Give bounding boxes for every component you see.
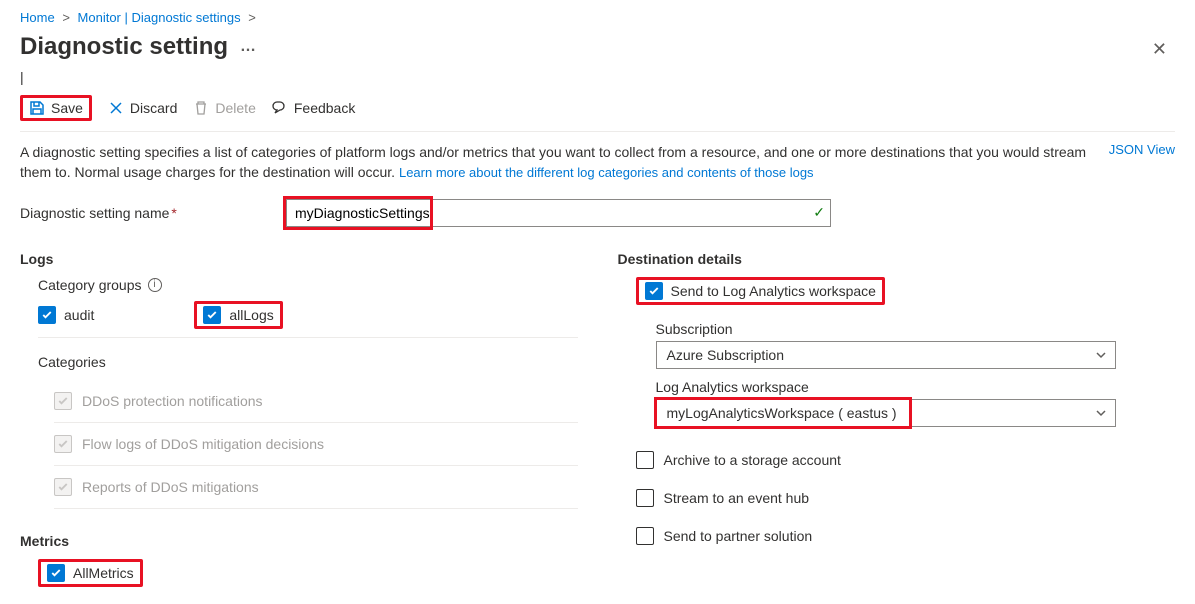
allmetrics-label: AllMetrics <box>73 565 134 581</box>
cat2-label: Flow logs of DDoS mitigation decisions <box>82 436 324 452</box>
discard-button[interactable]: Discard <box>108 100 177 116</box>
logs-title: Logs <box>20 251 578 267</box>
law-label: Log Analytics workspace <box>656 379 1176 395</box>
check-icon: ✓ <box>813 204 825 221</box>
feedback-button[interactable]: Feedback <box>272 100 355 116</box>
highlight-allmetrics: AllMetrics <box>38 559 143 587</box>
audit-label: audit <box>64 307 94 323</box>
chevron-right-icon: > <box>62 10 70 25</box>
highlight-save: Save <box>20 95 92 121</box>
eventhub-label: Stream to an event hub <box>664 490 810 506</box>
save-icon <box>29 100 45 116</box>
send-law-label: Send to Log Analytics workspace <box>671 283 876 299</box>
alllogs-label: allLogs <box>229 307 273 323</box>
breadcrumb-home[interactable]: Home <box>20 10 55 25</box>
info-icon[interactable]: i <box>148 278 162 292</box>
cat1-label: DDoS protection notifications <box>82 393 263 409</box>
chevron-right-icon: > <box>248 10 256 25</box>
more-icon[interactable]: … <box>240 38 256 56</box>
subscription-value: Azure Subscription <box>667 347 785 363</box>
setting-name-label: Diagnostic setting name* <box>20 205 270 221</box>
checkbox-archive[interactable] <box>636 451 654 469</box>
close-icon[interactable]: ✕ <box>1144 35 1175 64</box>
learn-more-link[interactable]: Learn more about the different log categ… <box>399 165 814 180</box>
category-groups-label: Category groups i <box>38 277 578 293</box>
checkbox-cat2 <box>54 435 72 453</box>
categories-label: Categories <box>38 354 578 370</box>
checkbox-eventhub[interactable] <box>636 489 654 507</box>
category-item-ddos-notifications: DDoS protection notifications <box>54 380 578 423</box>
law-value: myLogAnalyticsWorkspace ( eastus ) <box>667 405 897 421</box>
discard-icon <box>108 100 124 116</box>
delete-label: Delete <box>215 100 255 116</box>
delete-icon <box>193 100 209 116</box>
law-select[interactable]: myLogAnalyticsWorkspace ( eastus ) <box>656 399 1116 427</box>
feedback-icon <box>272 100 288 116</box>
page-title: Diagnostic setting … <box>20 33 256 61</box>
partner-label: Send to partner solution <box>664 528 813 544</box>
checkbox-cat3 <box>54 478 72 496</box>
checkbox-allmetrics[interactable] <box>47 564 65 582</box>
breadcrumb: Home > Monitor | Diagnostic settings > <box>20 10 1175 25</box>
checkbox-partner[interactable] <box>636 527 654 545</box>
json-view-link[interactable]: JSON View <box>1109 142 1175 157</box>
save-label: Save <box>51 100 83 116</box>
breadcrumb-monitor[interactable]: Monitor | Diagnostic settings <box>78 10 241 25</box>
page-title-text: Diagnostic setting <box>20 33 228 61</box>
save-button[interactable]: Save <box>29 100 83 116</box>
checkbox-alllogs[interactable] <box>203 306 221 324</box>
feedback-label: Feedback <box>294 100 355 116</box>
highlight-send-law: Send to Log Analytics workspace <box>636 277 885 305</box>
delete-button: Delete <box>193 100 255 116</box>
checkbox-cat1 <box>54 392 72 410</box>
toolbar: Save Discard Delete Feedback <box>20 91 1175 132</box>
checkbox-send-law[interactable] <box>645 282 663 300</box>
highlight-alllogs: allLogs <box>194 301 282 329</box>
setting-name-input[interactable] <box>286 199 831 227</box>
archive-label: Archive to a storage account <box>664 452 841 468</box>
metrics-title: Metrics <box>20 533 578 549</box>
caret: | <box>20 69 1175 85</box>
discard-label: Discard <box>130 100 177 116</box>
subscription-select[interactable]: Azure Subscription <box>656 341 1116 369</box>
subscription-label: Subscription <box>656 321 1176 337</box>
checkbox-audit[interactable] <box>38 306 56 324</box>
cat3-label: Reports of DDoS mitigations <box>82 479 259 495</box>
category-item-reports: Reports of DDoS mitigations <box>54 466 578 509</box>
destination-title: Destination details <box>618 251 1176 267</box>
chevron-down-icon <box>1095 407 1107 419</box>
chevron-down-icon <box>1095 349 1107 361</box>
category-item-flow-logs: Flow logs of DDoS mitigation decisions <box>54 423 578 466</box>
